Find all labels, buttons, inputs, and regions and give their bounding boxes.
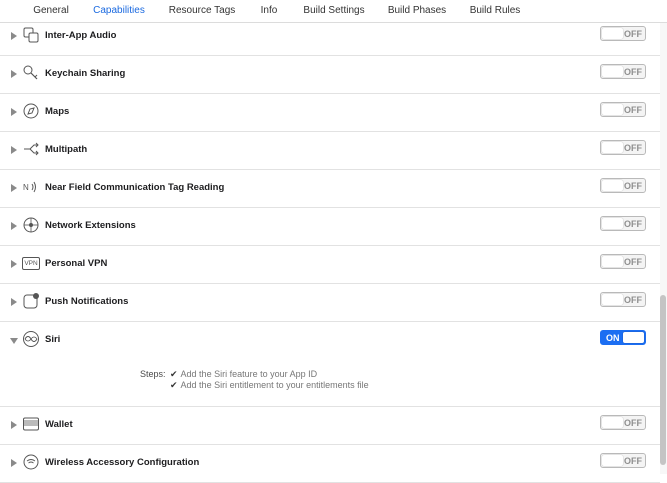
toggle-state-label: OFF [624, 181, 642, 191]
step-item: ✔ Add the Siri entitlement to your entitl… [170, 380, 369, 391]
capability-row-siri: Siri ON Steps: ✔ Add the Siri feature to … [0, 322, 660, 407]
capability-row-personal-vpn: VPN Personal VPN OFF [0, 246, 660, 284]
capability-row-push-notifications: Push Notifications OFF [0, 284, 660, 322]
capability-label: Wireless Accessory Configuration [45, 457, 200, 468]
toggle-state-label: OFF [624, 456, 642, 466]
tab-info[interactable]: Info [261, 5, 278, 16]
checkmark-icon: ✔ [170, 369, 178, 379]
nfc-icon: N [22, 178, 40, 196]
multipath-toggle[interactable]: OFF [600, 140, 646, 155]
capability-label: Near Field Communication Tag Reading [45, 182, 225, 193]
multipath-arrows-icon [22, 140, 40, 158]
capability-row-nfc-tag-reading: N Near Field Communication Tag Reading O… [0, 170, 660, 208]
wallet-toggle[interactable]: OFF [600, 415, 646, 430]
toggle-knob [602, 180, 623, 191]
toggle-state-label: OFF [624, 295, 642, 305]
capability-label: Inter-App Audio [45, 30, 117, 41]
toggle-knob [602, 104, 623, 115]
capability-label: Siri [45, 334, 61, 345]
disclosure-triangle-icon[interactable] [11, 146, 17, 154]
key-icon [22, 64, 40, 82]
capability-row-network-extensions: Network Extensions OFF [0, 208, 660, 246]
capability-label: Personal VPN [45, 258, 108, 269]
network-extensions-icon [22, 216, 40, 234]
capability-row-wireless-accessory-configuration: Wireless Accessory Configuration OFF [0, 445, 660, 483]
personal-vpn-toggle[interactable]: OFF [600, 254, 646, 269]
toggle-knob [602, 142, 623, 153]
toggle-state-label: OFF [624, 418, 642, 428]
siri-toggle[interactable]: ON [600, 330, 646, 345]
toggle-knob [602, 66, 623, 77]
keychain-sharing-toggle[interactable]: OFF [600, 64, 646, 79]
capability-label: Wallet [45, 419, 73, 430]
capability-label: Multipath [45, 144, 88, 155]
toggle-knob [602, 218, 623, 229]
push-notification-icon [22, 292, 40, 310]
checkmark-icon: ✔ [170, 380, 178, 390]
tab-build-phases[interactable]: Build Phases [388, 5, 446, 16]
toggle-knob [602, 455, 623, 466]
tab-general[interactable]: General [33, 5, 69, 16]
capability-label: Network Extensions [45, 220, 136, 231]
maps-compass-icon [22, 102, 40, 120]
capabilities-list: Inter-App Audio OFF Keychain Sharing OFF… [0, 23, 660, 483]
tab-build-settings[interactable]: Build Settings [303, 5, 364, 16]
step-text: Add the Siri feature to your App ID [180, 369, 318, 379]
disclosure-triangle-icon[interactable] [11, 70, 17, 78]
tab-capabilities[interactable]: Capabilities [93, 5, 145, 16]
disclosure-triangle-icon[interactable] [11, 260, 17, 268]
toggle-knob [602, 294, 623, 305]
disclosure-triangle-icon[interactable] [11, 222, 17, 230]
maps-toggle[interactable]: OFF [600, 102, 646, 117]
push-notifications-toggle[interactable]: OFF [600, 292, 646, 307]
wireless-accessory-icon [22, 453, 40, 471]
vpn-icon: VPN [22, 254, 40, 272]
wireless-accessory-configuration-toggle[interactable]: OFF [600, 453, 646, 468]
tab-resource-tags[interactable]: Resource Tags [169, 5, 236, 16]
wallet-icon [22, 415, 40, 433]
capability-row-multipath: Multipath OFF [0, 132, 660, 170]
capability-label: Keychain Sharing [45, 68, 126, 79]
vpn-icon-text: VPN [22, 256, 40, 270]
disclosure-triangle-open-icon[interactable] [10, 338, 18, 344]
network-extensions-toggle[interactable]: OFF [600, 216, 646, 231]
disclosure-triangle-icon[interactable] [11, 298, 17, 306]
inter-app-audio-toggle[interactable]: OFF [600, 26, 646, 41]
capability-row-inter-app-audio: Inter-App Audio OFF [0, 18, 660, 56]
toggle-knob [602, 28, 623, 39]
toggle-state-label: OFF [624, 29, 642, 39]
capability-row-keychain-sharing: Keychain Sharing OFF [0, 56, 660, 94]
disclosure-triangle-icon[interactable] [11, 108, 17, 116]
toggle-knob [602, 417, 623, 428]
step-item: ✔ Add the Siri feature to your App ID [170, 369, 317, 380]
toggle-knob [602, 256, 623, 267]
disclosure-triangle-icon[interactable] [11, 421, 17, 429]
toggle-state-label: ON [606, 333, 620, 343]
inter-app-audio-icon [22, 26, 40, 44]
scrollbar-thumb[interactable] [660, 295, 666, 465]
step-text: Add the Siri entitlement to your entitle… [180, 380, 369, 390]
nfc-tag-reading-toggle[interactable]: OFF [600, 178, 646, 193]
siri-icon [22, 330, 40, 348]
toggle-state-label: OFF [624, 143, 642, 153]
svg-text:N: N [23, 183, 29, 192]
disclosure-triangle-icon[interactable] [11, 32, 17, 40]
toggle-state-label: OFF [624, 219, 642, 229]
disclosure-triangle-icon[interactable] [11, 459, 17, 467]
tab-build-rules[interactable]: Build Rules [470, 5, 521, 16]
capability-label: Push Notifications [45, 296, 129, 307]
toggle-state-label: OFF [624, 67, 642, 77]
toggle-state-label: OFF [624, 257, 642, 267]
capability-row-wallet: Wallet OFF [0, 407, 660, 445]
toggle-knob [623, 332, 644, 343]
steps-label: Steps: [140, 369, 166, 379]
disclosure-triangle-icon[interactable] [11, 184, 17, 192]
toggle-state-label: OFF [624, 105, 642, 115]
capability-row-maps: Maps OFF [0, 94, 660, 132]
capability-label: Maps [45, 106, 70, 117]
